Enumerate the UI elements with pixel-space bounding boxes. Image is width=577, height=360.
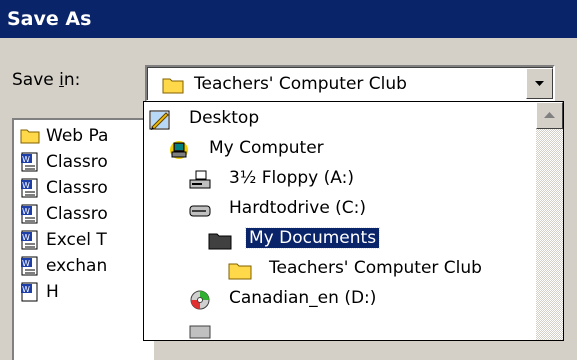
svg-text:W: W [22,207,30,216]
folder-icon [162,76,184,99]
word-document-icon: W [20,178,40,203]
save-in-label: Save in: [12,70,81,90]
svg-text:W: W [22,181,30,190]
word-document-icon: W [20,152,40,177]
svg-text:W: W [22,155,30,164]
scroll-up-button[interactable] [536,102,563,129]
word-document-icon: W [20,282,40,307]
save-in-dropdown-list[interactable]: Desktop My Computer 3½ Floppy (A:) Hardt… [143,101,564,341]
word-document-icon: W [20,204,40,229]
folder-icon [208,228,232,257]
svg-text:W: W [22,285,30,294]
svg-text:W: W [22,259,30,268]
floppy-drive-icon [188,168,212,197]
file-list[interactable]: Web Pa W Classro W Classro W Classro W E… [12,118,154,360]
chevron-down-icon [527,81,552,103]
folder-icon [228,258,252,287]
dialog-title: Save As [7,8,92,30]
svg-text:W: W [22,233,30,242]
word-document-icon: W [20,230,40,255]
cd-drive-icon [188,288,212,317]
dialog-edge [563,65,577,339]
save-in-dropdown-button[interactable] [526,68,553,99]
dropdown-scrollbar[interactable] [536,102,563,340]
cd-drive-icon [188,320,212,340]
dialog-title-bar[interactable]: Save As [0,0,577,38]
chevron-up-icon [537,112,562,133]
save-in-value: Teachers' Computer Club [194,74,407,94]
folder-icon [20,126,40,149]
my-computer-icon [168,138,192,167]
desktop-icon [148,108,172,137]
save-in-combobox[interactable]: Teachers' Computer Club [145,65,555,102]
word-document-icon: W [20,256,40,281]
hard-drive-icon [188,198,212,227]
